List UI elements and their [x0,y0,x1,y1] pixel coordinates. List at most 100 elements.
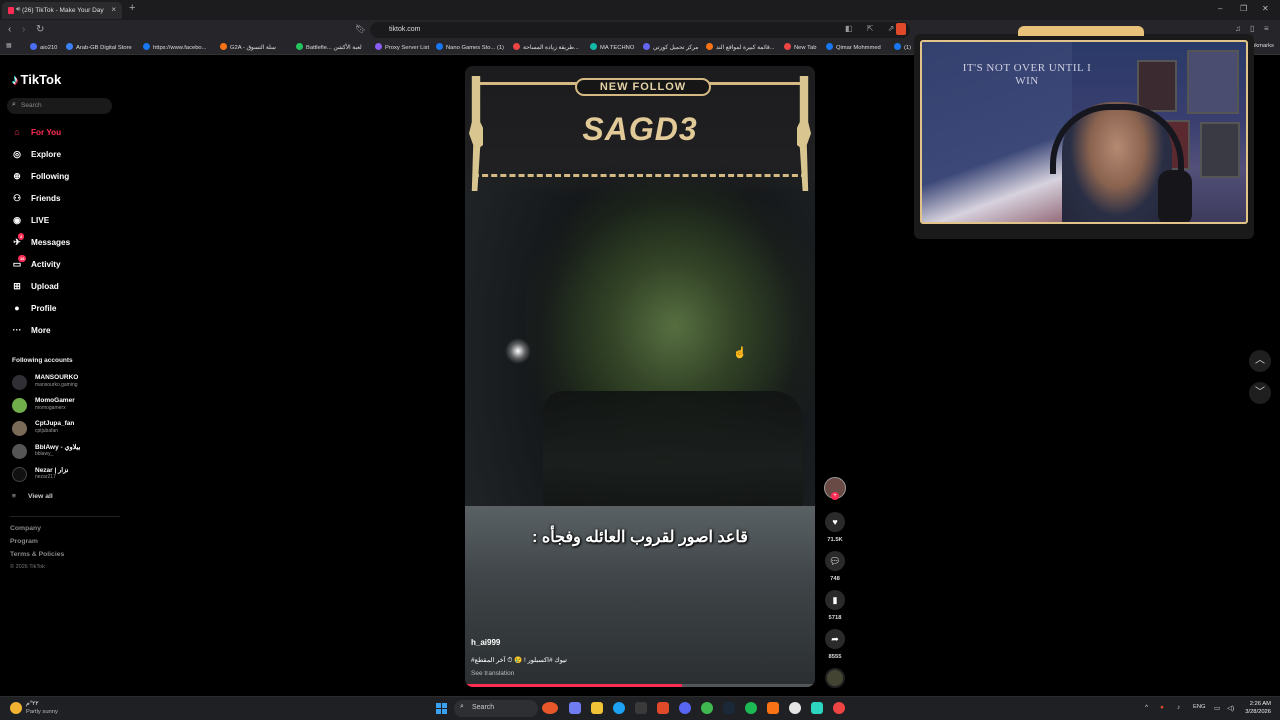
nav-more[interactable]: ··· More [11,325,51,339]
sidebar-toggle-icon[interactable]: ▯ [1250,24,1254,33]
nav-live[interactable]: ◉ LIVE [11,215,49,229]
network-icon[interactable]: ▭ [1214,704,1220,712]
view-all-link[interactable]: ≡ View all [12,493,65,500]
video-player[interactable]: NEW FOLLOW SAGD3 قاعد اصور لقروب العائله… [465,66,815,687]
browser-tab[interactable]: 🔊︎ (26) TikTok - Make Your Day × [2,2,122,19]
restore-icon[interactable]: ❐ [1240,4,1247,13]
like-button[interactable]: ♥ [825,512,845,532]
menu-icon[interactable]: ≡ [1264,24,1269,33]
footer-terms-link[interactable]: Terms & Policies [10,551,64,558]
speaker-icon[interactable]: 🔊︎ [16,6,20,14]
back-icon[interactable]: ‹ [8,24,11,35]
footer-program-link[interactable]: Program [10,538,38,545]
search-input[interactable]: ⌕ Search [7,98,112,114]
bookmark-item[interactable]: G2A - سلة التسوق [220,43,276,51]
music-disc-icon[interactable] [825,668,845,688]
edge-icon[interactable] [613,702,625,714]
previous-video-button[interactable]: ︿ [1249,350,1271,372]
language-indicator[interactable]: ENG [1193,704,1206,710]
following-accounts-title: Following accounts [12,357,73,364]
nav-friends[interactable]: ⚇ Friends [11,193,61,207]
taskbar-app-icon[interactable] [542,702,558,714]
new-tab-icon[interactable]: + [129,2,135,14]
close-tab-icon[interactable]: × [111,5,116,14]
nav-upload[interactable]: ⊞ Upload [11,281,59,295]
footer-company-link[interactable]: Company [10,525,41,532]
url-input[interactable]: tiktok.com [370,22,910,38]
bookmark-item[interactable]: https://www.facebo... [143,43,207,51]
video-progress-bar[interactable] [465,684,815,687]
spotify-icon[interactable] [745,702,757,714]
activity-icon: ▭ 16 [12,255,27,269]
taskbar-app-icon[interactable] [767,702,779,714]
messages-icon: ✈ 2 [13,233,25,247]
tray-mic-icon[interactable]: ♪ [1177,704,1180,711]
taskbar-app-icon[interactable] [811,702,823,714]
compass-icon: ◎ [13,149,21,159]
nav-profile[interactable]: ● Profile [11,303,56,317]
nav-following[interactable]: ⊕ Following [11,171,69,185]
bookmark-item[interactable]: Nano Games Sto... (1) [436,43,504,51]
nav-explore[interactable]: ◎ Explore [11,149,61,163]
upload-icon: ⊞ [13,281,21,291]
taskbar-app-icon[interactable] [789,702,801,714]
bookmark-item[interactable]: MA TECHNO [590,43,634,51]
taskbar-clock[interactable]: 2:26 AM 3/28/2026 [1243,700,1271,716]
brave-shield-icon[interactable] [896,23,906,35]
bookmark-item[interactable]: قائمة كبيرة لمواقع الند... [706,43,775,51]
forward-icon[interactable]: › [22,24,25,35]
bookmark-page-icon[interactable]: 🔖︎ [355,24,366,35]
avatar [12,421,27,436]
comment-button[interactable]: 💬︎ [825,551,845,571]
bookmark-item[interactable]: طريقة زيادة المساحة... [513,43,579,51]
bookmark-item[interactable]: مركز تحميل كورتي [643,43,698,51]
bookmark-favicon-icon [894,43,901,50]
follow-plus-icon[interactable]: + [831,492,839,500]
weather-sun-icon[interactable] [10,702,22,714]
bookmark-item[interactable]: Qimar Mohmmed [826,43,881,51]
bookmark-item[interactable]: (1) [894,43,911,51]
url-tools-icons[interactable]: ◧ ⇱ ⇗ [845,24,900,33]
street-lamp [505,338,531,364]
more-icon: ··· [12,325,22,335]
tray-app-icon[interactable]: ● [1160,704,1164,711]
bookmark-item[interactable]: New Tab [784,43,816,51]
save-button[interactable]: ▮ [825,590,845,610]
see-translation-link[interactable]: See translation [471,670,514,677]
tiktok-sidebar: ♪ TikTok ⌕ Search ⌂ For You ◎ Explore ⊕ Foll… [0,56,124,696]
microphone [1158,170,1192,222]
discord-icon[interactable] [679,702,691,714]
bookmark-item[interactable]: Arab-GB Digital Store [66,43,132,51]
video-author[interactable]: h_ai999 [471,638,500,647]
close-window-icon[interactable]: ✕ [1262,4,1269,13]
taskbar-app-icon[interactable] [569,702,581,714]
bookmark-item[interactable]: Battlefie... لعبة الأكشن [296,43,362,51]
nav-for-you[interactable]: ⌂ For You [11,127,61,141]
nav-messages[interactable]: ✈ 2 Messages [11,233,70,251]
minimize-icon[interactable]: – [1218,4,1222,13]
share-button[interactable]: ➦ [825,629,845,649]
following-icon: ⊕ [13,171,21,181]
file-explorer-icon[interactable] [591,702,603,714]
reload-icon[interactable]: ↻ [36,24,44,35]
apps-grid-icon[interactable]: ▦ [6,43,11,49]
taskbar-app-icon[interactable] [833,702,845,714]
taskbar-app-icon[interactable] [701,702,713,714]
bookmark-item[interactable]: aio210 [30,43,57,51]
tiktok-logo[interactable]: ♪ TikTok [12,72,61,87]
bookmark-item[interactable]: Proxy Server List [375,43,429,51]
volume-icon[interactable]: ◁) [1227,704,1234,712]
tray-chevron-icon[interactable]: ^ [1145,704,1148,711]
windows-start-icon[interactable] [436,703,447,714]
steam-icon[interactable] [723,702,735,714]
bookmark-icon: ▮ [832,595,838,605]
all-bookmarks-label[interactable]: okmarks [1252,43,1274,49]
taskbar-search[interactable]: ⌕ Search [454,700,538,717]
nav-activity[interactable]: ▭ 16 Activity [11,255,61,273]
taskbar-app-icon[interactable] [635,702,647,714]
weather-temperature: ٢٢°م [26,701,39,707]
next-video-button[interactable]: ﹀ [1249,382,1271,404]
brave-icon[interactable] [657,702,669,714]
home-icon: ⌂ [14,127,20,137]
extensions-icon[interactable]: ♫ [1235,24,1241,33]
